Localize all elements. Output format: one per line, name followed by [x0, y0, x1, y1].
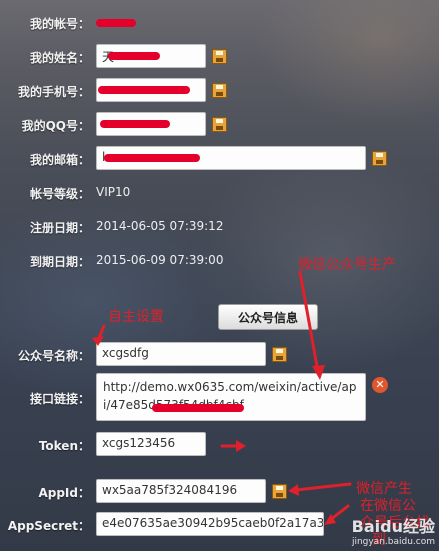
watermark-url: jingyan.baidu.com	[351, 537, 435, 547]
arrow-head	[236, 440, 246, 452]
arrow-head	[312, 365, 325, 380]
arrow-appid	[294, 482, 352, 492]
arrow-head	[92, 336, 104, 346]
baidu-watermark: Baidu经验 jingyan.baidu.com	[352, 513, 435, 547]
watermark-brand: Baidu经验	[351, 517, 435, 536]
arrow-auto	[298, 270, 320, 374]
arrow-head	[288, 484, 299, 496]
annotation-arrows	[92, 270, 352, 525]
